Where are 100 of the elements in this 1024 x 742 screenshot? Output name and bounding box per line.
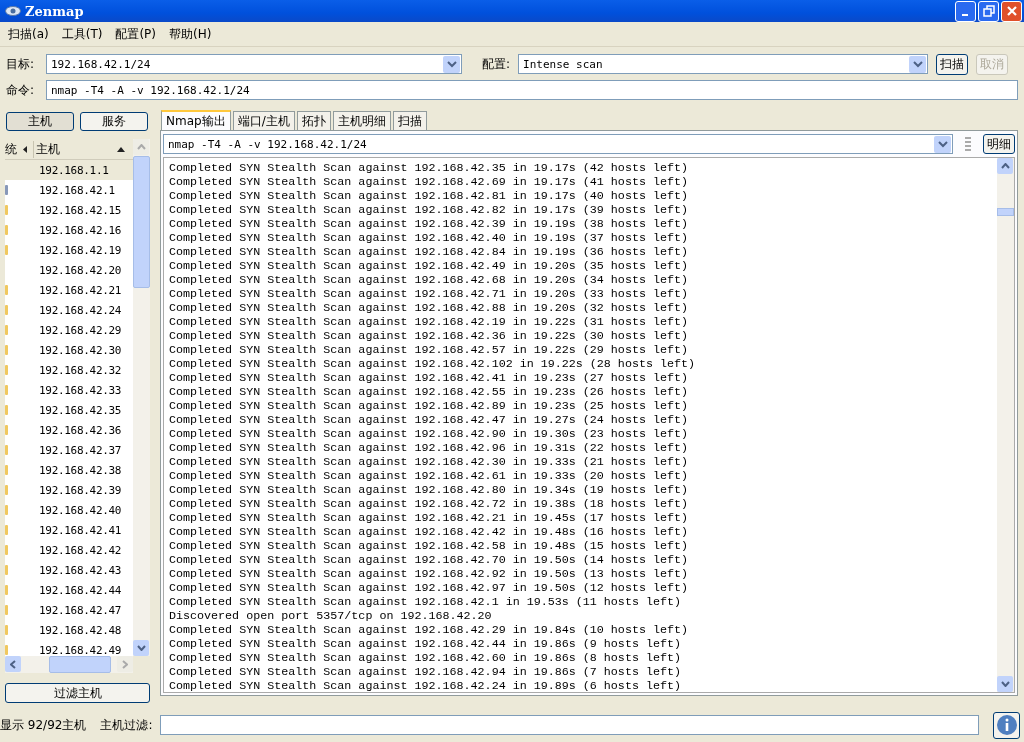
output-line: Completed SYN Stealth Scan against 192.168.42.102 in 19.22s (28 hosts left) xyxy=(169,357,697,371)
info-button[interactable] xyxy=(993,711,1020,739)
output-line: Completed SYN Stealth Scan against 192.168.42.61 in 19.33s (20 hosts left) xyxy=(169,469,689,483)
tab[interactable]: 端口/主机 xyxy=(232,111,295,130)
column-header[interactable]: 主机 xyxy=(33,140,114,158)
vertical-scrollbar[interactable] xyxy=(133,139,150,656)
info-icon xyxy=(995,714,1018,736)
host-row[interactable]: 192.168.42.43 xyxy=(5,560,133,580)
output-line: Completed SYN Stealth Scan against 192.168.42.40 in 19.19s (37 hosts left) xyxy=(169,231,689,245)
details-button[interactable]: 明细 xyxy=(983,134,1015,154)
restore-button[interactable] xyxy=(978,0,999,22)
target-label: 目标: xyxy=(6,55,36,73)
host-row[interactable]: 192.168.42.38 xyxy=(5,460,133,480)
output-line: Completed SYN Stealth Scan against 192.168.42.70 in 19.50s (14 hosts left) xyxy=(169,553,689,567)
host-row[interactable]: 192.168.42.29 xyxy=(5,320,133,340)
host-row[interactable]: 192.168.42.47 xyxy=(5,600,133,620)
tab[interactable]: 拓扑 xyxy=(296,111,331,130)
output-line: Completed SYN Stealth Scan against 192.168.42.58 in 19.48s (15 hosts left) xyxy=(169,539,689,553)
tab[interactable]: 扫描 xyxy=(392,111,427,130)
command-field[interactable]: nmap -T4 -A -v 192.168.42.1/24 xyxy=(46,80,1018,100)
host-row[interactable]: 192.168.42.48 xyxy=(5,620,133,640)
host-row[interactable]: 192.168.42.44 xyxy=(5,580,133,600)
output-line: Completed SYN Stealth Scan against 192.168.42.71 in 19.20s (33 hosts left) xyxy=(169,287,689,301)
output-line: Completed SYN Stealth Scan against 192.168.42.49 in 19.20s (35 hosts left) xyxy=(169,259,689,273)
output-line: Completed SYN Stealth Scan against 192.168.42.19 in 19.22s (31 hosts left) xyxy=(169,315,689,329)
close-icon xyxy=(1005,5,1018,17)
host-row[interactable]: 192.168.42.37 xyxy=(5,440,133,460)
restore-icon xyxy=(982,5,995,17)
scroll-thumb[interactable] xyxy=(133,156,150,288)
host-filter-label: 主机过滤: xyxy=(100,716,153,734)
host-row[interactable]: 192.168.42.1 xyxy=(5,180,133,200)
sort-arrow-icon xyxy=(117,146,125,152)
output-line: Completed SYN Stealth Scan against 192.168.42.68 in 19.20s (34 hosts left) xyxy=(169,273,689,287)
output-line: Completed SYN Stealth Scan against 192.168.42.44 in 19.86s (9 hosts left) xyxy=(169,637,682,651)
host-row[interactable]: 192.168.42.16 xyxy=(5,220,133,240)
host-count: 显示 92/92主机 xyxy=(0,716,87,734)
grip-icon xyxy=(965,137,971,151)
output-line: Completed SYN Stealth Scan against 192.168.42.84 in 19.19s (36 hosts left) xyxy=(169,245,689,259)
profile-label: 配置: xyxy=(482,55,511,73)
view-toggle-button[interactable]: 服务 xyxy=(80,112,148,131)
output-line: Completed SYN Stealth Scan against 192.168.42.24 in 19.89s (6 hosts left) xyxy=(169,679,682,692)
host-row[interactable]: 192.168.42.49 xyxy=(5,640,133,656)
output-line: Completed SYN Stealth Scan against 192.168.42.39 in 19.19s (38 hosts left) xyxy=(169,217,689,231)
output-line: Completed SYN Stealth Scan against 192.168.42.69 in 19.17s (41 hosts left) xyxy=(169,175,689,189)
command-label: 命令: xyxy=(6,81,36,99)
host-row[interactable]: 192.168.42.21 xyxy=(5,280,133,300)
horizontal-scrollbar[interactable] xyxy=(5,656,133,673)
column-header[interactable]: 统 xyxy=(5,140,17,158)
tab[interactable]: Nmap输出 xyxy=(161,110,231,130)
host-filter-field[interactable] xyxy=(160,715,979,735)
output-line: Completed SYN Stealth Scan against 192.168.42.30 in 19.33s (21 hosts left) xyxy=(169,455,689,469)
eye-icon xyxy=(5,6,21,16)
output-line: Completed SYN Stealth Scan against 192.168.42.21 in 19.45s (17 hosts left) xyxy=(169,511,689,525)
output-line: Completed SYN Stealth Scan against 192.168.42.57 in 19.22s (29 hosts left) xyxy=(169,343,689,357)
host-row[interactable]: 192.168.42.33 xyxy=(5,380,133,400)
target-field[interactable]: 192.168.42.1/24 xyxy=(46,54,462,74)
host-row[interactable]: 192.168.42.24 xyxy=(5,300,133,320)
output-line: Completed SYN Stealth Scan against 192.168.42.1 in 19.53s (11 hosts left) xyxy=(169,595,682,609)
profile-dropdown[interactable]: Intense scan xyxy=(518,54,929,74)
minimize-icon xyxy=(961,14,968,16)
view-toggle-button[interactable]: 主机 xyxy=(6,112,74,131)
output-line: Completed SYN Stealth Scan against 192.168.42.42 in 19.48s (16 hosts left) xyxy=(169,525,689,539)
output-line: Completed SYN Stealth Scan against 192.168.42.29 in 19.84s (10 hosts left) xyxy=(169,623,689,637)
output-selector[interactable]: nmap -T4 -A -v 192.168.42.1/24 xyxy=(163,134,953,154)
scroll-thumb[interactable] xyxy=(49,656,111,673)
menu-item[interactable]: 扫描(a) xyxy=(3,25,57,43)
host-row[interactable]: 192.168.42.15 xyxy=(5,200,133,220)
vertical-scrollbar[interactable] xyxy=(997,158,1014,692)
output-line: Completed SYN Stealth Scan against 192.168.42.82 in 19.17s (39 hosts left) xyxy=(169,203,689,217)
filter-hosts-button[interactable]: 过滤主机 xyxy=(5,683,150,703)
output-line: Completed SYN Stealth Scan against 192.168.42.94 in 19.86s (7 hosts left) xyxy=(169,665,682,679)
host-row[interactable]: 192.168.42.42 xyxy=(5,540,133,560)
host-row[interactable]: 192.168.42.30 xyxy=(5,340,133,360)
host-row[interactable]: 192.168.42.20 xyxy=(5,260,133,280)
output-line: Completed SYN Stealth Scan against 192.168.42.97 in 19.50s (12 hosts left) xyxy=(169,581,689,595)
output-line: Completed SYN Stealth Scan against 192.168.42.35 in 19.17s (42 hosts left) xyxy=(169,161,689,175)
scroll-thumb[interactable] xyxy=(997,208,1014,216)
caret-icon xyxy=(23,145,27,153)
menu-item[interactable]: 配置(P) xyxy=(110,25,165,43)
host-row[interactable]: 192.168.1.1 xyxy=(5,160,133,180)
output-line: Completed SYN Stealth Scan against 192.168.42.60 in 19.86s (8 hosts left) xyxy=(169,651,682,665)
host-row[interactable]: 192.168.42.35 xyxy=(5,400,133,420)
host-row[interactable]: 192.168.42.36 xyxy=(5,420,133,440)
output-line: Completed SYN Stealth Scan against 192.168.42.41 in 19.23s (27 hosts left) xyxy=(169,371,689,385)
host-row[interactable]: 192.168.42.41 xyxy=(5,520,133,540)
host-row[interactable]: 192.168.42.19 xyxy=(5,240,133,260)
tab[interactable]: 主机明细 xyxy=(332,111,391,130)
host-row[interactable]: 192.168.42.40 xyxy=(5,500,133,520)
menu-item[interactable]: 工具(T) xyxy=(56,25,111,43)
output-line: Discovered open port 5357/tcp on 192.168.42.20 xyxy=(169,609,493,623)
output-line: Completed SYN Stealth Scan against 192.168.42.55 in 19.23s (26 hosts left) xyxy=(169,385,689,399)
output-line: Completed SYN Stealth Scan against 192.168.42.72 in 19.38s (18 hosts left) xyxy=(169,497,689,511)
scan-button[interactable]: 扫描 xyxy=(936,53,969,75)
output-line: Completed SYN Stealth Scan against 192.168.42.36 in 19.22s (30 hosts left) xyxy=(169,329,689,343)
host-row[interactable]: 192.168.42.39 xyxy=(5,480,133,500)
close-button[interactable] xyxy=(1001,0,1022,22)
menu-item[interactable]: 帮助(H) xyxy=(164,25,220,43)
host-row[interactable]: 192.168.42.32 xyxy=(5,360,133,380)
output-line: Completed SYN Stealth Scan against 192.168.42.47 in 19.27s (24 hosts left) xyxy=(169,413,689,427)
minimize-button[interactable] xyxy=(955,0,976,22)
